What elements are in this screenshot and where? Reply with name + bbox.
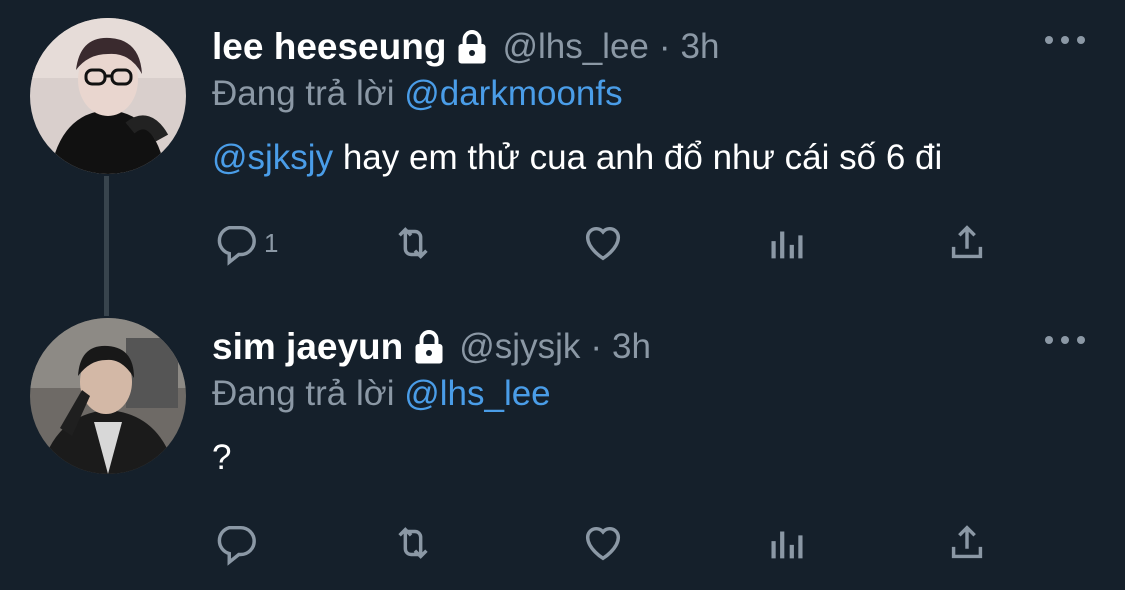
like-button[interactable] (580, 218, 626, 268)
thread-line (104, 176, 109, 316)
text-mention[interactable]: @sjksjy (212, 138, 333, 177)
author-name[interactable]: lee heeseung (212, 26, 446, 68)
reply-to-mention[interactable]: @darkmoonfs (404, 74, 622, 113)
tweet-2[interactable]: sim jaeyun @sjysjk · 3h Đang trả lời @lh… (0, 300, 1125, 590)
separator-dot: · (658, 27, 671, 66)
share-button[interactable] (944, 518, 990, 568)
text-body: hay em thử cua anh đổ như cái số 6 đi (333, 138, 943, 177)
reply-count: 1 (264, 227, 279, 258)
action-bar (212, 518, 1012, 568)
retweet-icon (398, 227, 428, 259)
analytics-icon (771, 231, 803, 259)
lock-icon (454, 29, 490, 65)
author-name[interactable]: sim jaeyun (212, 326, 403, 368)
timestamp[interactable]: 3h (612, 327, 651, 367)
share-icon (951, 225, 983, 259)
more-dots-icon[interactable] (1045, 30, 1085, 50)
retweet-button[interactable] (390, 518, 436, 568)
tweet-text: @sjksjy hay em thử cua anh đổ như cái số… (212, 138, 942, 178)
author-handle[interactable]: @lhs_lee (502, 27, 648, 67)
reply-icon (217, 225, 256, 266)
like-button[interactable] (580, 518, 626, 568)
action-bar: 1 (212, 218, 1012, 268)
tweet-header: sim jaeyun @sjysjk · 3h (212, 322, 651, 372)
tweet-1[interactable]: lee heeseung @lhs_lee · 3h Đang trả lời … (0, 0, 1125, 316)
reply-prefix: Đang trả lời (212, 74, 395, 113)
avatar[interactable] (30, 18, 186, 174)
views-button[interactable] (764, 218, 810, 268)
views-button[interactable] (764, 518, 810, 568)
share-button[interactable] (944, 218, 990, 268)
tweet-text: ? (212, 438, 231, 478)
author-handle[interactable]: @sjysjk (459, 327, 580, 367)
reply-to-mention[interactable]: @lhs_lee (404, 374, 550, 413)
text-body: ? (212, 438, 232, 477)
heart-icon (585, 526, 621, 561)
retweet-icon (398, 527, 428, 559)
share-icon (951, 525, 983, 559)
lock-icon (411, 329, 447, 365)
analytics-icon (771, 531, 803, 559)
reply-prefix: Đang trả lời (212, 374, 395, 413)
separator-dot: · (590, 327, 603, 366)
tweet-header: lee heeseung @lhs_lee · 3h (212, 22, 719, 72)
more-dots-icon[interactable] (1045, 330, 1085, 350)
replying-to: Đang trả lời @darkmoonfs (212, 74, 623, 114)
replying-to: Đang trả lời @lhs_lee (212, 374, 551, 414)
reply-button[interactable]: 1 (212, 218, 278, 268)
reply-button[interactable] (212, 518, 258, 568)
reply-icon (217, 525, 256, 566)
retweet-button[interactable] (390, 218, 436, 268)
avatar[interactable] (30, 318, 186, 474)
timestamp[interactable]: 3h (681, 27, 720, 67)
heart-icon (585, 226, 621, 261)
